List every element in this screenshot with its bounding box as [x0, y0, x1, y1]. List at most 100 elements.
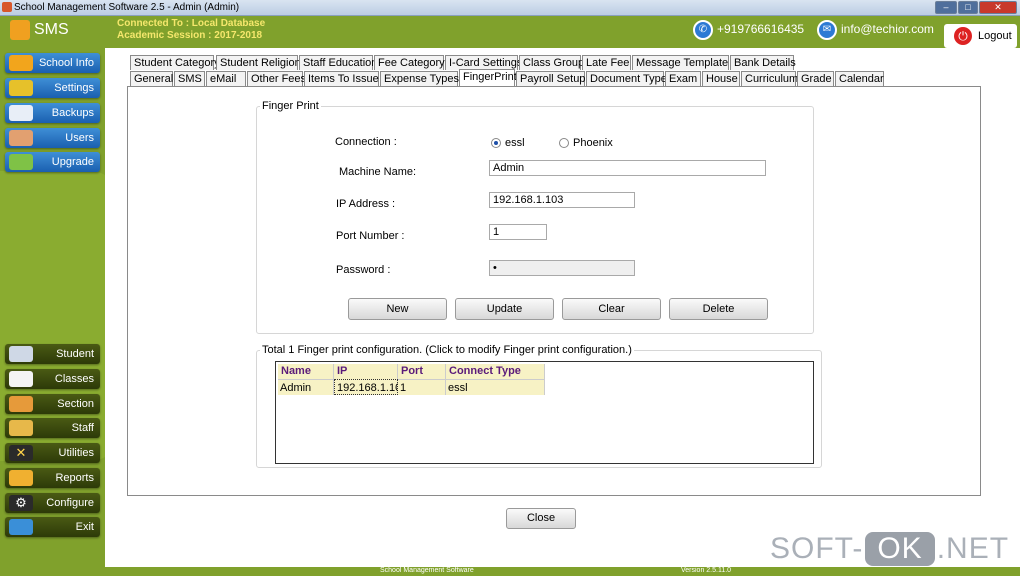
phoenix-radio[interactable] [559, 138, 569, 148]
sidebar-item-classes[interactable]: Classes [5, 369, 100, 389]
password-input[interactable]: • [489, 260, 635, 276]
app-header: SMS Connected To : Local Database Academ… [0, 16, 1020, 48]
column-header-connect-type[interactable]: Connect Type [446, 364, 545, 379]
tab-other-fees[interactable]: Other Fees [247, 71, 306, 86]
sidebar-item-school-info[interactable]: School Info [5, 53, 100, 73]
connected-text: Connected To : Local Database [117, 18, 266, 29]
tab-late-fee[interactable]: Late Fee [582, 55, 631, 70]
staff-icon [9, 420, 33, 436]
connection-label: Connection : [335, 136, 397, 148]
tab-fingerprint[interactable]: FingerPrint [459, 69, 517, 86]
tab-student-religion[interactable]: Student Religion [216, 55, 301, 70]
backup-icon [9, 105, 33, 121]
config-group-title: Total 1 Finger print configuration. (Cli… [260, 344, 634, 356]
mail-icon: ✉ [817, 20, 837, 40]
machine-name-input[interactable]: Admin [489, 160, 766, 176]
phone-info: ✆ +919766616435 [693, 20, 804, 40]
sidebar-item-reports[interactable]: Reports [5, 468, 100, 488]
machine-name-label: Machine Name: [339, 166, 417, 178]
student-icon [9, 346, 33, 362]
phone-icon: ✆ [693, 20, 713, 40]
utilities-icon: ✕ [9, 445, 33, 461]
gear-icon: ⚙ [9, 495, 33, 511]
tab-items-to-issue[interactable]: Items To Issue [304, 71, 379, 86]
sidebar-item-upgrade[interactable]: Upgrade [5, 152, 100, 172]
tab-message-template[interactable]: Message Template [632, 55, 729, 70]
sidebar-item-section[interactable]: Section [5, 394, 100, 414]
classes-icon [9, 371, 33, 387]
tab-fee-category[interactable]: Fee Category [374, 55, 445, 70]
users-icon [9, 130, 33, 146]
tab-icard-settings[interactable]: I-Card Settings [445, 55, 522, 70]
logout-button[interactable]: ⏻ Logout [944, 24, 1017, 48]
watermark: SOFT- OK .NET [770, 532, 1010, 566]
status-app-name: School Management Software [380, 567, 474, 574]
sidebar-item-utilities[interactable]: ✕ Utilities [5, 443, 100, 463]
sidebar-item-student[interactable]: Student [5, 344, 100, 364]
tab-house[interactable]: House [702, 71, 740, 86]
sidebar-item-exit[interactable]: Exit [5, 517, 100, 537]
exit-icon [9, 519, 33, 535]
email-info: ✉ info@techior.com [817, 20, 934, 40]
column-header-name[interactable]: Name [278, 364, 334, 379]
sidebar-item-users[interactable]: Users [5, 128, 100, 148]
tab-sms[interactable]: SMS [174, 71, 205, 86]
ip-address-input[interactable]: 192.168.1.103 [489, 192, 635, 208]
tab-student-category[interactable]: Student Category [130, 55, 220, 70]
port-number-label: Port Number : [336, 230, 405, 242]
upgrade-icon [9, 154, 33, 170]
connection-info: Connected To : Local Database Academic S… [117, 18, 265, 42]
essl-radio-label: essl [505, 137, 525, 149]
table-cell-ip[interactable]: 192.168.1.103 [334, 379, 407, 395]
tab-payroll-setup[interactable]: Payroll Setup [516, 71, 585, 86]
tab-staff-education[interactable]: Staff Education [299, 55, 377, 70]
tab-expense-types[interactable]: Expense Types [380, 71, 459, 86]
tab-exam[interactable]: Exam [665, 71, 701, 86]
password-label: Password : [336, 264, 391, 276]
settings-icon [9, 80, 33, 96]
sidebar: School Info Settings Backups Users Upgra… [0, 48, 120, 576]
tab-curriculum[interactable]: Curriculum [741, 71, 798, 86]
reports-icon [9, 470, 33, 486]
school-icon [9, 55, 33, 71]
maximize-button[interactable]: □ [958, 1, 978, 14]
update-button[interactable]: Update [455, 298, 554, 320]
app-logo: SMS [10, 20, 69, 40]
essl-radio[interactable] [491, 138, 501, 148]
section-icon [9, 396, 33, 412]
sms-logo-icon [10, 20, 30, 40]
window-title: School Management Software 2.5 - Admin (… [14, 2, 240, 13]
table-cell-name[interactable]: Admin [278, 379, 334, 395]
close-window-button[interactable]: ✕ [979, 1, 1017, 14]
delete-button[interactable]: Delete [669, 298, 768, 320]
title-bar: School Management Software 2.5 - Admin (… [0, 0, 1020, 16]
port-number-input[interactable]: 1 [489, 224, 547, 240]
tab-bank-details[interactable]: Bank Details [730, 55, 796, 70]
sidebar-item-backups[interactable]: Backups [5, 103, 100, 123]
fingerprint-group-title: Finger Print [260, 100, 321, 112]
new-button[interactable]: New [348, 298, 447, 320]
tab-general[interactable]: General [130, 71, 173, 86]
table-cell-connect-type[interactable]: essl [446, 379, 545, 395]
close-button[interactable]: Close [506, 508, 576, 529]
sidebar-item-staff[interactable]: Staff [5, 418, 100, 438]
column-header-port[interactable]: Port [398, 364, 446, 379]
status-version: Version 2.5.11.0 [681, 567, 732, 574]
sidebar-item-configure[interactable]: ⚙ Configure [5, 493, 100, 513]
column-header-ip[interactable]: IP [334, 364, 398, 379]
config-table[interactable]: Name IP Port Connect Type Admin 192.168.… [275, 361, 814, 464]
app-icon [2, 2, 12, 12]
tab-document-type[interactable]: Document Type [586, 71, 667, 86]
clear-button[interactable]: Clear [562, 298, 661, 320]
minimize-button[interactable]: – [935, 1, 957, 14]
power-icon: ⏻ [954, 27, 972, 45]
phoenix-radio-label: Phoenix [573, 137, 613, 149]
tab-grade[interactable]: Grade [797, 71, 834, 86]
table-cell-port[interactable]: 1 [398, 379, 446, 395]
tab-calendar[interactable]: Calendar [835, 71, 884, 86]
ip-address-label: IP Address : [336, 198, 396, 210]
tab-email[interactable]: eMail [206, 71, 246, 86]
status-bar: School Management Software Version 2.5.1… [105, 567, 1020, 576]
tab-class-group[interactable]: Class Group [519, 55, 584, 70]
sidebar-item-settings[interactable]: Settings [5, 78, 100, 98]
